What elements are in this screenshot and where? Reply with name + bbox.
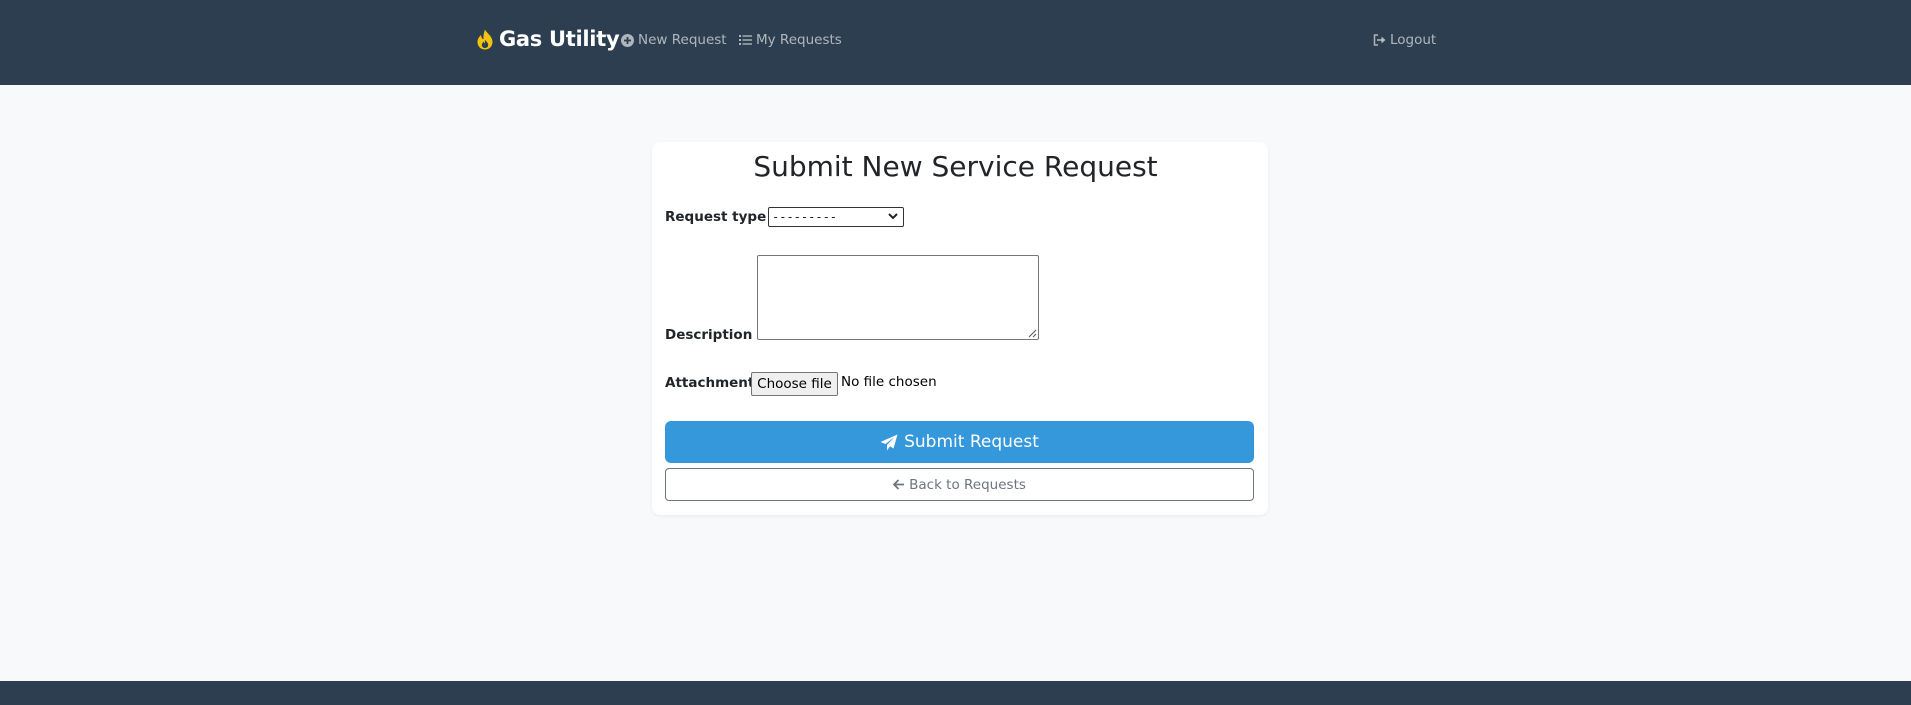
choose-file-button[interactable]: Choose file [751,372,838,396]
nav-new-request-label: New Request [638,32,727,48]
description-label: Description * [665,327,764,343]
brand-name: Gas Utility [499,27,620,51]
sign-out-icon [1373,34,1386,46]
brand-link[interactable]: Gas Utility [476,27,620,51]
nav-my-requests[interactable]: My Requests [739,32,842,48]
fire-icon [476,29,494,50]
nav-new-request[interactable]: New Request [621,32,727,48]
submit-request-button[interactable]: Submit Request [665,421,1254,463]
list-icon [739,35,752,45]
request-type-selected-value: --------- [772,210,838,224]
submit-request-label: Submit Request [904,432,1039,452]
logout-link[interactable]: Logout [1373,32,1436,48]
paper-plane-icon [880,434,898,450]
page-title: Submit New Service Request [753,150,1158,183]
request-type-label-text: Request type [665,209,767,225]
navbar-container: Gas Utility New Request My Requests Logo… [476,0,1438,85]
description-label-text: Description [665,327,753,343]
attachment-label: Attachment [665,375,755,391]
arrow-left-icon [893,479,905,490]
back-to-requests-button[interactable]: Back to Requests [665,468,1254,501]
request-type-label: Request type * [665,209,778,225]
request-type-select[interactable]: --------- [768,207,904,227]
file-status-text: No file chosen [841,374,937,390]
description-textarea[interactable] [757,255,1039,340]
navbar: Gas Utility New Request My Requests Logo… [0,0,1911,85]
resize-grip-icon[interactable] [1028,329,1037,338]
logout-label: Logout [1390,32,1437,48]
chevron-down-icon [888,213,898,220]
plus-circle-icon [621,33,634,47]
footer [0,681,1911,705]
nav-my-requests-label: My Requests [756,32,842,48]
back-to-requests-label: Back to Requests [909,476,1026,493]
